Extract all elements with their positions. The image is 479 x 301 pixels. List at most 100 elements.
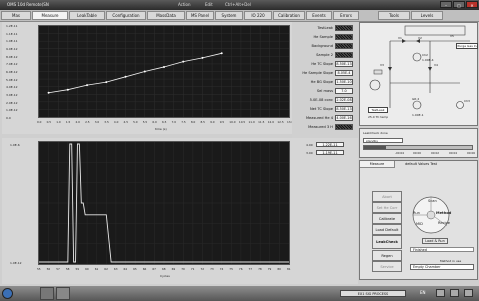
upper-chart	[38, 25, 290, 118]
upper-y-tick: 1.0E-11	[6, 39, 18, 44]
data-point	[143, 70, 146, 73]
testleak-box[interactable]: TestLeak	[368, 107, 388, 113]
tab-system[interactable]: System	[215, 11, 243, 20]
leakcheck-title: LeakCheck done	[363, 131, 388, 135]
ctrl-alt-del-menu[interactable]: Ctrl+Alt+Del	[225, 2, 251, 7]
tab-ms-panel[interactable]: MS Panel	[186, 11, 214, 20]
valve-v5-label: V5	[450, 34, 454, 38]
lang-indicator[interactable]: EN	[420, 290, 426, 295]
main-tab-bar: Mas Measure LeakTable Configuration Mass…	[0, 10, 479, 22]
status-value: 2.02E-08	[335, 97, 353, 103]
edit-menu[interactable]: Edit	[205, 2, 213, 7]
upper-x-tick: 12.0	[267, 120, 274, 124]
progress-scale-tick: 00:04	[449, 151, 458, 155]
lower-x-tick: 75	[229, 267, 233, 271]
readout-2-value: 1.19E-11	[316, 150, 344, 155]
tab-measure[interactable]: Measure	[32, 11, 68, 20]
clock-icon[interactable]	[464, 289, 473, 297]
tab-events[interactable]: Events	[306, 11, 332, 20]
action-menu[interactable]: Action	[178, 2, 191, 7]
volume-icon[interactable]	[450, 289, 459, 297]
status-row: Measured 3 H	[293, 124, 355, 131]
explorer-icon[interactable]	[40, 287, 54, 300]
tab-calibration[interactable]: Calibration	[273, 11, 305, 20]
status-value: 8.50E-13	[335, 106, 353, 112]
service-button[interactable]: Service	[372, 261, 402, 272]
upper-y-tick: 1.0E-12	[6, 108, 18, 113]
readout-2-label: 3.00	[306, 151, 313, 155]
status-value: 7.0	[335, 88, 353, 94]
upper-x-tick: 2.0	[75, 120, 80, 124]
status-value: 1.50E-10	[335, 79, 353, 85]
lower-x-tick: 80	[277, 267, 281, 271]
lower-x-tick: 73	[210, 267, 214, 271]
upper-x-tick: 10.5	[238, 120, 246, 124]
scan-label: Scan	[428, 199, 437, 203]
lower-x-tick: 72	[200, 267, 205, 271]
status-label: Sample 2	[316, 53, 333, 57]
upper-y-tick: 1.2E-11	[6, 24, 18, 28]
load-default-button[interactable]: Load Default	[372, 224, 402, 235]
data-point	[220, 52, 223, 55]
regen-button[interactable]: Regen	[372, 250, 402, 261]
window-title: OMS 10d Remote(SN	[7, 2, 49, 7]
data-point	[86, 84, 89, 87]
network-icon[interactable]	[436, 289, 445, 297]
app-icon[interactable]	[56, 287, 70, 300]
status-label: Sel mass	[316, 89, 333, 93]
status-label: He Sample Slope	[302, 71, 333, 75]
upper-y-tick: 3.0E-12	[6, 93, 18, 97]
tab-leaktable[interactable]: LeakTable	[69, 11, 105, 20]
tab-measure-sub[interactable]: Measure	[360, 161, 395, 168]
tab-errors[interactable]: Errors	[333, 11, 359, 20]
status-row: Background	[293, 43, 355, 50]
progress-scale-tick: 00:06	[467, 151, 476, 155]
data-point	[66, 88, 69, 91]
lower-chart	[38, 141, 290, 265]
start-icon[interactable]	[2, 288, 13, 299]
lower-x-tick: 60	[85, 267, 89, 271]
status-label: TestLeak	[317, 26, 333, 30]
tab-io[interactable]: IO 220	[244, 11, 272, 20]
status-label: Measured He 4	[305, 116, 333, 120]
valve-v2-label: V2	[418, 36, 422, 40]
abort-button[interactable]: Abort	[372, 191, 402, 202]
progress-scale-tick: 00:00	[413, 151, 422, 155]
status-value: 8.05E-4	[335, 70, 353, 76]
status-value	[335, 124, 353, 130]
close-icon[interactable]: ✕	[466, 1, 478, 8]
load-run-button[interactable]: Load & Run	[422, 238, 448, 244]
upper-y-tick: 0.0	[6, 116, 11, 120]
tab-massdata[interactable]: MassData	[147, 11, 185, 20]
lower-x-tick: 57	[56, 267, 60, 271]
upper-x-tick: 9.5	[219, 120, 225, 124]
status-label: Net TC Slope	[309, 107, 333, 111]
status-label: 5.0E-08 conc	[309, 98, 333, 102]
status-label: Measured 3 H	[308, 125, 333, 129]
status-row: TestLeak	[293, 25, 355, 32]
data-point	[201, 56, 204, 59]
status-row: He TC Slope 8.50E-13	[293, 61, 355, 68]
tab-tools[interactable]: Tools	[378, 11, 410, 20]
tab-default-values[interactable]: default Values Test	[396, 161, 446, 167]
upper-x-tick: 9.0	[210, 120, 215, 124]
set-he-corr-button[interactable]: Set He Corr	[372, 202, 402, 213]
upper-x-tick: 7.0	[171, 120, 177, 124]
tab-mas[interactable]: Mas	[1, 11, 31, 20]
method-in-use-field[interactable]: Empty Chamber	[410, 264, 474, 270]
calibrate-button[interactable]: Calibrate	[372, 213, 402, 224]
maximize-icon[interactable]: □	[453, 1, 465, 8]
minimize-icon[interactable]: –	[440, 1, 452, 8]
tab-configuration[interactable]: Configuration	[106, 11, 146, 20]
tab-levels[interactable]: Levels	[411, 11, 443, 20]
run-label: Run	[413, 211, 420, 215]
lower-x-tick: 58	[65, 267, 70, 271]
status-value: 8.50E-13	[335, 61, 353, 67]
mode-field[interactable]: standby	[363, 138, 403, 143]
progress-scale-tick: 00:02	[431, 151, 440, 155]
upper-x-tick: 3.0	[94, 120, 100, 124]
lower-x-tick: 68	[162, 267, 166, 271]
ch2-label: Ch2	[422, 53, 428, 57]
purge-gas-in[interactable]: Purge Gas In	[456, 43, 478, 49]
leakcheck-button[interactable]: LeakCheck	[372, 235, 402, 249]
